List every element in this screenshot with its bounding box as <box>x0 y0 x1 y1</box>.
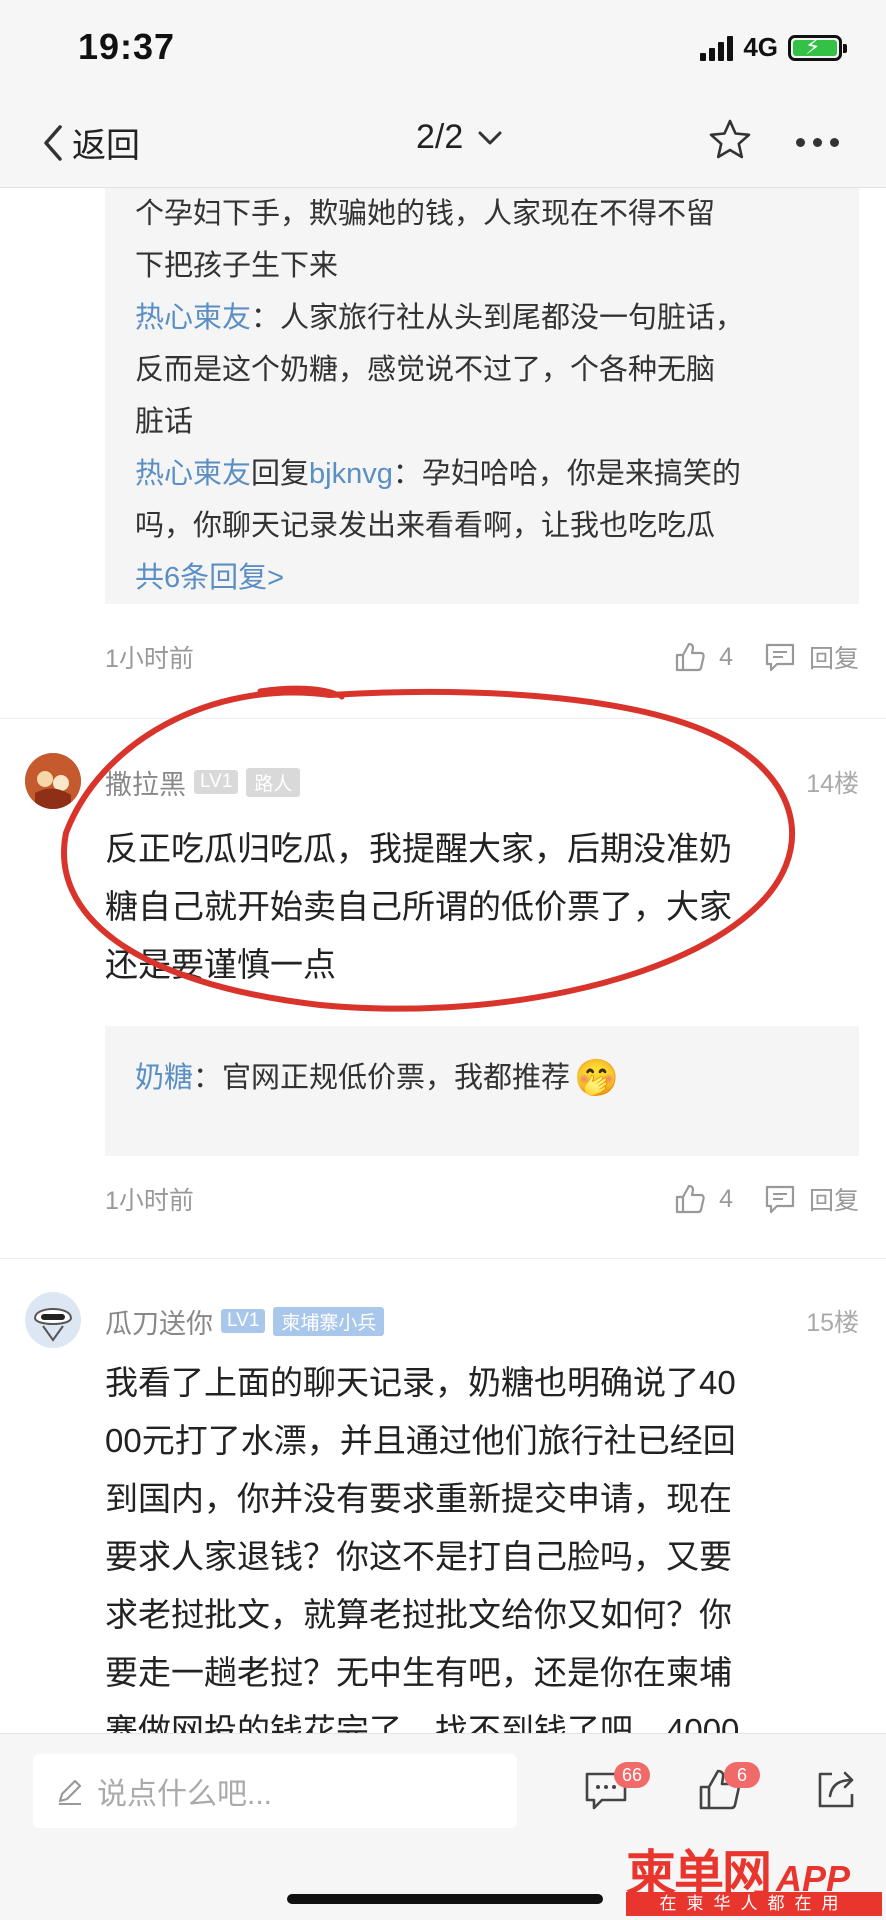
thumbs-up-icon <box>675 642 705 672</box>
comment-author-row: 瓜刀送你 LV1 柬埔寨小兵 15楼 <box>105 1301 859 1341</box>
more-replies-link[interactable]: 共6条回复> <box>135 552 829 604</box>
reply-username[interactable]: 热心柬友 <box>135 458 251 490</box>
chevron-left-icon <box>44 124 62 161</box>
comment-time: 1小时前 <box>105 645 194 673</box>
reply-line: 反而是这个奶糖，感觉说不过了，个各种无脑 <box>135 354 716 386</box>
author-name[interactable]: 撒拉黑 <box>105 763 186 802</box>
status-time: 19:37 <box>78 26 176 67</box>
like-count: 4 <box>719 642 733 671</box>
status-indicators: 4G ⚡ <box>700 32 847 63</box>
floor-number: 14楼 <box>806 770 859 798</box>
reply-target-username[interactable]: bjknvg <box>309 458 393 490</box>
reply-button[interactable]: 回复 <box>763 639 859 675</box>
reply-username[interactable]: 奶糖 <box>135 1052 193 1104</box>
comment-meta: 1小时前 4 回复 <box>105 1177 859 1221</box>
thumbs-up-icon <box>675 1184 705 1214</box>
floor-number: 15楼 <box>806 1309 859 1337</box>
reply-line: 热心柬友：人家旅行社从头到尾都没一句脏话， <box>135 302 745 334</box>
avatar[interactable] <box>25 1292 81 1348</box>
reply-line: 奶糖：官网正规低价票，我都推荐 🤭 <box>135 1052 829 1104</box>
author-name[interactable]: 瓜刀送你 <box>105 1302 213 1341</box>
title-badge: 柬埔寨小兵 <box>273 1306 385 1336</box>
pencil-icon <box>58 1779 82 1805</box>
reply-line: 热心柬友回复bjknvg：孕妇哈哈，你是来搞笑的 <box>135 458 741 490</box>
reply-line: 脏话 <box>135 406 194 438</box>
reply-label: 回复 <box>808 645 859 673</box>
like-button[interactable]: 4 <box>673 640 733 674</box>
divider <box>0 718 886 719</box>
comment-list: 个孕妇下手，欺骗她的钱，人家现在不得不留 下把孩子生下来 热心柬友：人家旅行社从… <box>0 188 886 1733</box>
home-indicator <box>287 1894 603 1904</box>
nav-bar: 返回 2/2 <box>0 96 886 188</box>
comment-body: 反正吃瓜归吃瓜，我提醒大家，后期没准奶 糖自己就开始卖自己所谓的低价票了，大家 … <box>105 830 732 983</box>
chevron-down-icon <box>478 131 502 144</box>
share-icon[interactable] <box>812 1766 860 1814</box>
back-button[interactable]: 返回 <box>40 118 140 167</box>
comment-icon <box>765 643 795 672</box>
reply-thread: 个孕妇下手，欺骗她的钱，人家现在不得不留 下把孩子生下来 热心柬友：人家旅行社从… <box>105 188 859 604</box>
reply-username[interactable]: 热心柬友 <box>135 302 251 334</box>
page-selector[interactable]: 2/2 <box>416 118 503 157</box>
battery-icon: ⚡ <box>788 34 847 61</box>
status-bar: 19:37 4G ⚡ <box>0 0 886 96</box>
signal-icon <box>700 35 734 61</box>
reply-line: 下把孩子生下来 <box>135 250 339 282</box>
like-count: 4 <box>719 1184 733 1213</box>
comment-meta: 1小时前 4 回复 <box>105 635 859 679</box>
input-placeholder: 说点什么吧... <box>97 1778 273 1811</box>
back-label: 返回 <box>72 127 140 165</box>
watermark-slogan: 在柬华人都在用 <box>626 1892 882 1916</box>
level-badge: LV1 <box>221 1309 266 1333</box>
reply-line: 个孕妇下手，欺骗她的钱，人家现在不得不留 <box>135 198 716 230</box>
like-count-badge: 6 <box>724 1762 760 1788</box>
comment-author-row: 撒拉黑 LV1 路人 14楼 <box>105 762 859 802</box>
reply-label: 回复 <box>808 1187 859 1215</box>
comment-body: 我看了上面的聊天记录，奶糖也明确说了40 00元打了水漂，并且通过他们旅行社已经… <box>105 1364 740 1733</box>
comment-count-badge: 66 <box>614 1762 650 1788</box>
comment-input[interactable]: 说点什么吧... <box>33 1754 517 1828</box>
reply-thread: 奶糖：官网正规低价票，我都推荐 🤭 <box>105 1026 859 1156</box>
comment-icon <box>765 1185 795 1214</box>
watermark-logo: 柬单网 APP 在柬华人都在用 <box>626 1834 882 1916</box>
divider <box>0 1258 886 1259</box>
comment-time: 1小时前 <box>105 1187 194 1215</box>
title-badge: 路人 <box>246 767 301 797</box>
more-options-icon[interactable] <box>796 122 846 162</box>
like-button[interactable]: 4 <box>673 1182 733 1216</box>
emoji-icon: 🤭 <box>574 1057 619 1098</box>
reply-line: 吗，你聊天记录发出来看看啊，让我也吃吃瓜 <box>135 510 716 542</box>
page-indicator: 2/2 <box>416 118 464 156</box>
network-type: 4G <box>743 32 778 62</box>
level-badge: LV1 <box>194 770 239 794</box>
avatar[interactable] <box>25 753 81 809</box>
reply-button[interactable]: 回复 <box>763 1181 859 1217</box>
star-icon[interactable] <box>706 116 754 164</box>
